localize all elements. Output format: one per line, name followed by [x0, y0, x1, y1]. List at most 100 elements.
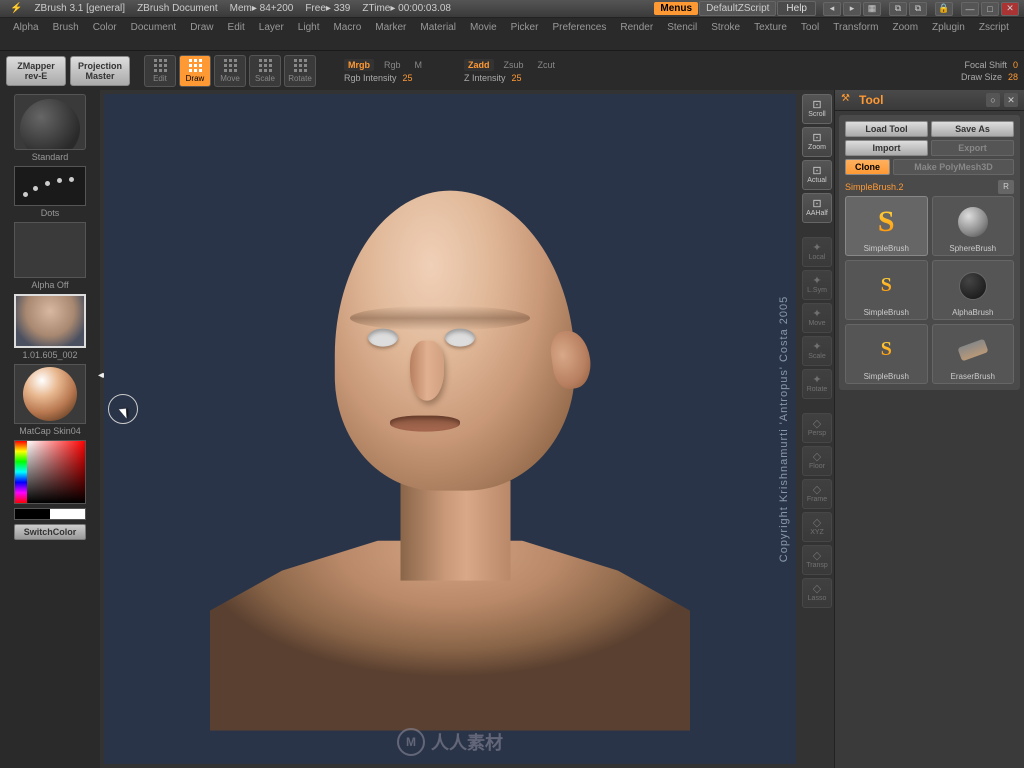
- lasso-button[interactable]: ◇Lasso: [802, 578, 832, 608]
- next-icon[interactable]: ▸: [843, 2, 861, 16]
- load-tool-button[interactable]: Load Tool: [845, 121, 928, 137]
- watermark: M 人人素材: [397, 728, 503, 756]
- menu-light[interactable]: Light: [291, 20, 327, 35]
- copyright-text: Copyright Krishnamurti 'Antropus' Costa …: [778, 296, 790, 562]
- zoom-button[interactable]: ⊡Zoom: [802, 127, 832, 157]
- aahalf-button[interactable]: ⊡AAHalf: [802, 193, 832, 223]
- menu-layer[interactable]: Layer: [252, 20, 291, 35]
- menu-color[interactable]: Color: [86, 20, 124, 35]
- menu-draw[interactable]: Draw: [183, 20, 220, 35]
- mrgb-mode[interactable]: Mrgb: [344, 59, 374, 71]
- panel-pin-icon[interactable]: ○: [986, 93, 1000, 107]
- top-toolbar: ZMapperrev-E ProjectionMaster EditDrawMo…: [0, 50, 1024, 90]
- left-panel: Standard Dots Alpha Off 1.01.605_002 Mat…: [0, 90, 100, 768]
- xyz-button[interactable]: ◇XYZ: [802, 512, 832, 542]
- right-nav-tools: ⊡Scroll⊡Zoom⊡Actual⊡AAHalf ✦Local✦L.Sym✦M…: [800, 90, 834, 768]
- menu-zoom[interactable]: Zoom: [885, 20, 925, 35]
- win2-icon[interactable]: ⧉: [909, 2, 927, 16]
- tool-spherebrush-1[interactable]: SphereBrush: [932, 196, 1015, 256]
- switch-color-button[interactable]: SwitchColor: [14, 524, 86, 540]
- scroll-button[interactable]: ⊡Scroll: [802, 94, 832, 124]
- tool-simplebrush-0[interactable]: SSimpleBrush: [845, 196, 928, 256]
- menu-marker[interactable]: Marker: [368, 20, 413, 35]
- menu-document[interactable]: Document: [124, 20, 184, 35]
- menu-macro[interactable]: Macro: [326, 20, 368, 35]
- menus-button[interactable]: Menus: [654, 2, 698, 15]
- ztime-readout: ZTime▸ 00:00:03.08: [356, 3, 457, 14]
- lsym-button[interactable]: ✦L.Sym: [802, 270, 832, 300]
- move-mode-button[interactable]: Move: [214, 55, 246, 87]
- mem-readout: Mem▸ 84+200: [224, 3, 300, 14]
- app-title: ZBrush 3.1 [general]: [28, 3, 131, 14]
- tool-alphabrush-3[interactable]: AlphaBrush: [932, 260, 1015, 320]
- make-polymesh-button[interactable]: Make PolyMesh3D: [893, 159, 1014, 175]
- save-as-button[interactable]: Save As: [931, 121, 1014, 137]
- alpha-preview[interactable]: [14, 222, 86, 278]
- menu-brush[interactable]: Brush: [46, 20, 86, 35]
- menu-stencil[interactable]: Stencil: [660, 20, 704, 35]
- zadd-mode[interactable]: Zadd: [464, 59, 494, 71]
- menu-material[interactable]: Material: [413, 20, 463, 35]
- layout-icon[interactable]: ▦: [863, 2, 881, 16]
- import-button[interactable]: Import: [845, 140, 928, 156]
- zmapper-button[interactable]: ZMapperrev-E: [6, 56, 66, 86]
- draw-mode-button[interactable]: Draw: [179, 55, 211, 87]
- prev-icon[interactable]: ◂: [823, 2, 841, 16]
- help-button[interactable]: Help: [777, 1, 816, 16]
- rotate-mode-button[interactable]: Rotate: [284, 55, 316, 87]
- menu-stroke[interactable]: Stroke: [704, 20, 747, 35]
- local-button[interactable]: ✦Local: [802, 237, 832, 267]
- rgb-readout: Mrgb Rgb M Rgb Intensity 25: [344, 59, 426, 83]
- focal-draw-readout: Focal Shift 0 Draw Size 28: [961, 60, 1018, 82]
- menu-transform[interactable]: Transform: [826, 20, 885, 35]
- win1-icon[interactable]: ⧉: [889, 2, 907, 16]
- menu-alpha[interactable]: Alpha: [6, 20, 46, 35]
- tool-hammer-icon: ⚒: [841, 93, 855, 107]
- panel-close-icon[interactable]: ✕: [1004, 93, 1018, 107]
- brush-preview[interactable]: [14, 94, 86, 150]
- r-button[interactable]: R: [998, 180, 1014, 194]
- titlebar: ⚡ ZBrush 3.1 [general] ZBrush Document M…: [0, 0, 1024, 18]
- edit-mode-button[interactable]: Edit: [144, 55, 176, 87]
- menu-texture[interactable]: Texture: [747, 20, 794, 35]
- frame-button[interactable]: ◇Frame: [802, 479, 832, 509]
- color-swatches[interactable]: [14, 508, 86, 520]
- menu-render[interactable]: Render: [613, 20, 660, 35]
- viewport-canvas[interactable]: Copyright Krishnamurti 'Antropus' Costa …: [104, 94, 796, 764]
- maximize-icon[interactable]: □: [981, 2, 999, 16]
- clone-button[interactable]: Clone: [845, 159, 890, 175]
- menu-zscript[interactable]: Zscript: [972, 20, 1016, 35]
- doc-title: ZBrush Document: [131, 3, 224, 14]
- floor-button[interactable]: ◇Floor: [802, 446, 832, 476]
- tool-simplebrush-2[interactable]: SSimpleBrush: [845, 260, 928, 320]
- menu-zplugin[interactable]: Zplugin: [925, 20, 972, 35]
- transp-button[interactable]: ◇Transp: [802, 545, 832, 575]
- tool-eraserbrush-5[interactable]: EraserBrush: [932, 324, 1015, 384]
- lock-icon[interactable]: 🔒: [935, 2, 953, 16]
- projection-master-button[interactable]: ProjectionMaster: [70, 56, 130, 86]
- menu-tool[interactable]: Tool: [794, 20, 826, 35]
- menu-preferences[interactable]: Preferences: [545, 20, 613, 35]
- persp-button[interactable]: ◇Persp: [802, 413, 832, 443]
- menubar: AlphaBrushColorDocumentDrawEditLayerLigh…: [0, 18, 1024, 50]
- material-preview[interactable]: [14, 364, 86, 424]
- move-button[interactable]: ✦Move: [802, 303, 832, 333]
- menu-edit[interactable]: Edit: [221, 20, 252, 35]
- menu-movie[interactable]: Movie: [463, 20, 504, 35]
- menu-picker[interactable]: Picker: [504, 20, 546, 35]
- export-button[interactable]: Export: [931, 140, 1014, 156]
- z-readout: Zadd Zsub Zcut Z Intensity 25: [464, 59, 559, 83]
- scale-mode-button[interactable]: Scale: [249, 55, 281, 87]
- color-picker[interactable]: [14, 440, 86, 504]
- stroke-preview[interactable]: [14, 166, 86, 206]
- model-render: [210, 151, 690, 731]
- default-zscript-button[interactable]: DefaultZScript: [699, 1, 776, 16]
- actual-button[interactable]: ⊡Actual: [802, 160, 832, 190]
- close-icon[interactable]: ✕: [1001, 2, 1019, 16]
- minimize-icon[interactable]: —: [961, 2, 979, 16]
- texture-preview[interactable]: [14, 294, 86, 348]
- tool-simplebrush-4[interactable]: SSimpleBrush: [845, 324, 928, 384]
- scale-button[interactable]: ✦Scale: [802, 336, 832, 366]
- free-readout: Free▸ 339: [299, 3, 356, 14]
- rotate-button[interactable]: ✦Rotate: [802, 369, 832, 399]
